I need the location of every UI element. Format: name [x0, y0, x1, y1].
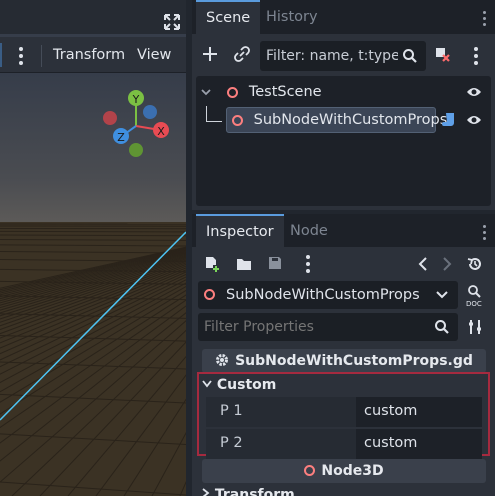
property-value-field[interactable]: custom: [356, 429, 482, 459]
scene-filter-field[interactable]: [260, 41, 426, 71]
expand-arrow-icon: [202, 488, 210, 496]
gizmo-neg-z[interactable]: [143, 105, 157, 119]
gizmo-x-label: X: [157, 125, 165, 138]
tree-child-label: SubNodeWithCustomProps: [253, 112, 448, 128]
tree-row-root[interactable]: TestScene: [200, 79, 322, 105]
gizmo-z-label: Z: [117, 131, 125, 144]
tree-root-label: TestScene: [248, 84, 322, 100]
chevron-down-icon: [436, 291, 448, 299]
scene-tree[interactable]: TestScene SubNodeWithCustomProps: [196, 76, 491, 206]
collapse-arrow-icon: [202, 380, 212, 388]
add-node-icon[interactable]: [200, 44, 220, 64]
property-name: P 2: [206, 429, 356, 459]
tree-guide-line: [206, 106, 222, 122]
right-dock-area: Scene History T: [192, 0, 495, 496]
scene-filter-input[interactable]: [266, 41, 398, 71]
tab-node[interactable]: Node: [280, 214, 338, 248]
node-selector[interactable]: SubNodeWithCustomProps: [198, 281, 458, 309]
save-icon[interactable]: [268, 256, 282, 270]
visibility-eye-icon[interactable]: [466, 86, 482, 98]
node3d-icon: [227, 86, 239, 98]
gizmo-neg-x[interactable]: [103, 111, 117, 125]
scene-dock-menu-icon[interactable]: [483, 11, 486, 29]
selected-node-label: SubNodeWithCustomProps: [226, 287, 420, 303]
view-menu-button[interactable]: View: [137, 37, 171, 73]
property-row-p2[interactable]: P 2 custom: [206, 429, 482, 459]
filter-properties-field[interactable]: [198, 313, 458, 341]
transform-group-header[interactable]: Transform: [202, 485, 295, 496]
link-icon[interactable]: [232, 44, 252, 64]
viewport-scene[interactable]: Y X Z: [0, 74, 186, 496]
search-icon: [403, 49, 417, 63]
scene-dock-tabs: Scene History: [192, 0, 495, 34]
script-section-header[interactable]: SubNodeWithCustomProps.gd: [202, 349, 486, 373]
history-back-icon[interactable]: [418, 257, 428, 271]
script-icon[interactable]: [442, 112, 456, 128]
svg-text:DOC: DOC: [466, 300, 482, 307]
gizmo-y-label: Y: [132, 93, 140, 106]
gear-icon: [216, 354, 229, 366]
node3d-icon: [304, 465, 316, 476]
scene-panel: TestScene SubNodeWithCustomProps: [192, 34, 495, 210]
tab-history[interactable]: History: [256, 0, 328, 34]
inspector-toolbar: [192, 247, 495, 279]
scene-tools-more-icon[interactable]: [474, 47, 478, 68]
collapse-arrow-icon[interactable]: [200, 86, 212, 98]
viewport-3d[interactable]: Transform View Y X Z: [0, 0, 186, 496]
node3d-icon: [232, 114, 243, 126]
filter-properties-input[interactable]: [204, 313, 424, 341]
tab-scene[interactable]: Scene: [196, 0, 261, 34]
property-row-p1[interactable]: P 1 custom: [206, 397, 482, 427]
toolbar-separator: [41, 45, 42, 67]
custom-group-label: Custom: [216, 377, 277, 393]
toolbar-more-icon[interactable]: [19, 47, 23, 68]
search-icon: [435, 320, 449, 334]
node3d-icon: [204, 289, 215, 300]
visibility-eye-icon[interactable]: [466, 114, 482, 126]
viewport-toolbar: Transform View: [0, 37, 186, 73]
grid-line: [0, 234, 186, 237]
scene-toolbar: [192, 34, 495, 74]
inspector-more-icon[interactable]: [306, 255, 310, 276]
inspector-dock-tabs: Inspector Node: [192, 214, 495, 248]
script-filter-icon[interactable]: [432, 44, 452, 64]
custom-group-header[interactable]: Custom: [202, 375, 276, 395]
transform-group-label: Transform: [214, 487, 295, 496]
open-folder-icon[interactable]: [236, 257, 252, 271]
open-docs-icon[interactable]: DOC: [466, 285, 484, 307]
property-name: P 1: [206, 397, 356, 427]
inspector-panel: SubNodeWithCustomProps DOC SubNodeWithCu…: [192, 247, 495, 496]
viewport-top-strip: [0, 0, 186, 34]
script-section-label: SubNodeWithCustomProps.gd: [235, 353, 473, 369]
history-forward-icon[interactable]: [442, 257, 452, 271]
viewport-render: Y X Z: [0, 74, 186, 496]
distraction-free-icon[interactable]: [164, 14, 180, 30]
toolbar-left-edge: [0, 43, 2, 67]
class-section-header[interactable]: Node3D: [202, 459, 486, 483]
tab-inspector[interactable]: Inspector: [196, 214, 284, 248]
object-history-icon[interactable]: [467, 256, 483, 272]
tree-row-child[interactable]: SubNodeWithCustomProps: [232, 107, 447, 133]
class-section-label: Node3D: [321, 463, 384, 479]
property-tools-icon[interactable]: [467, 319, 483, 335]
transform-menu-button[interactable]: Transform: [53, 37, 125, 73]
new-resource-icon[interactable]: [204, 256, 220, 272]
property-value-field[interactable]: custom: [356, 397, 482, 427]
inspector-dock-menu-icon[interactable]: [483, 225, 486, 243]
gizmo-neg-y[interactable]: [129, 143, 143, 157]
